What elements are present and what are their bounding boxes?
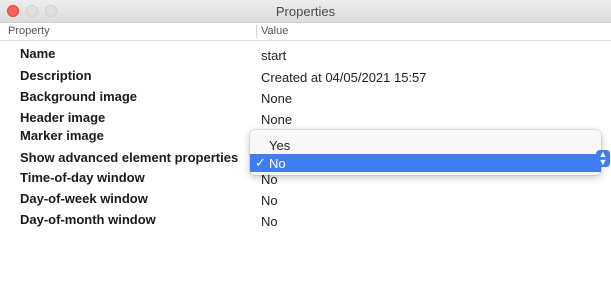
table-row[interactable]: Description Created at 04/05/2021 15:57 [0,66,611,86]
property-name: Time-of-day window [20,170,145,185]
property-name: Name [20,46,56,61]
property-name: Marker image [20,128,104,143]
property-name: Day-of-month window [20,212,156,227]
option-label: Yes [269,138,291,153]
option-label: No [269,156,286,171]
property-value[interactable]: No [261,214,278,229]
dropdown-menu: Yes ✓ No [250,130,601,175]
window-title: Properties [275,4,336,19]
column-header: Property Value [0,23,611,41]
property-value[interactable]: None [261,91,292,106]
property-name: Background image [20,89,138,104]
property-value[interactable]: start [261,48,286,63]
column-header-property[interactable]: Property [8,25,50,37]
property-name: Header image [20,110,106,125]
property-name: Description [20,68,92,83]
title-bar: Properties [0,0,611,23]
table-row[interactable]: Day-of-month window No [0,210,611,230]
table-row[interactable]: Background image None [0,87,611,107]
properties-window: Properties Property Value Name start Des… [0,0,611,281]
property-name: Show advanced element properties [20,150,239,165]
chevron-up-down-icon[interactable]: ▲ ▼ [596,150,610,167]
checkmark-icon: ✓ [255,155,266,170]
property-value[interactable]: Created at 04/05/2021 15:57 [261,70,427,85]
property-name: Day-of-week window [20,191,148,206]
property-value[interactable]: No [261,193,278,208]
dropdown-option-yes[interactable]: Yes [250,136,601,154]
table-row[interactable]: Name start [0,44,611,64]
table-row[interactable]: Header image None [0,108,611,128]
property-value[interactable]: None [261,112,292,127]
column-header-value[interactable]: Value [261,25,288,37]
table-row[interactable]: Day-of-week window No [0,189,611,209]
dropdown-option-no[interactable]: ✓ No [250,154,601,172]
column-divider[interactable] [256,25,257,38]
